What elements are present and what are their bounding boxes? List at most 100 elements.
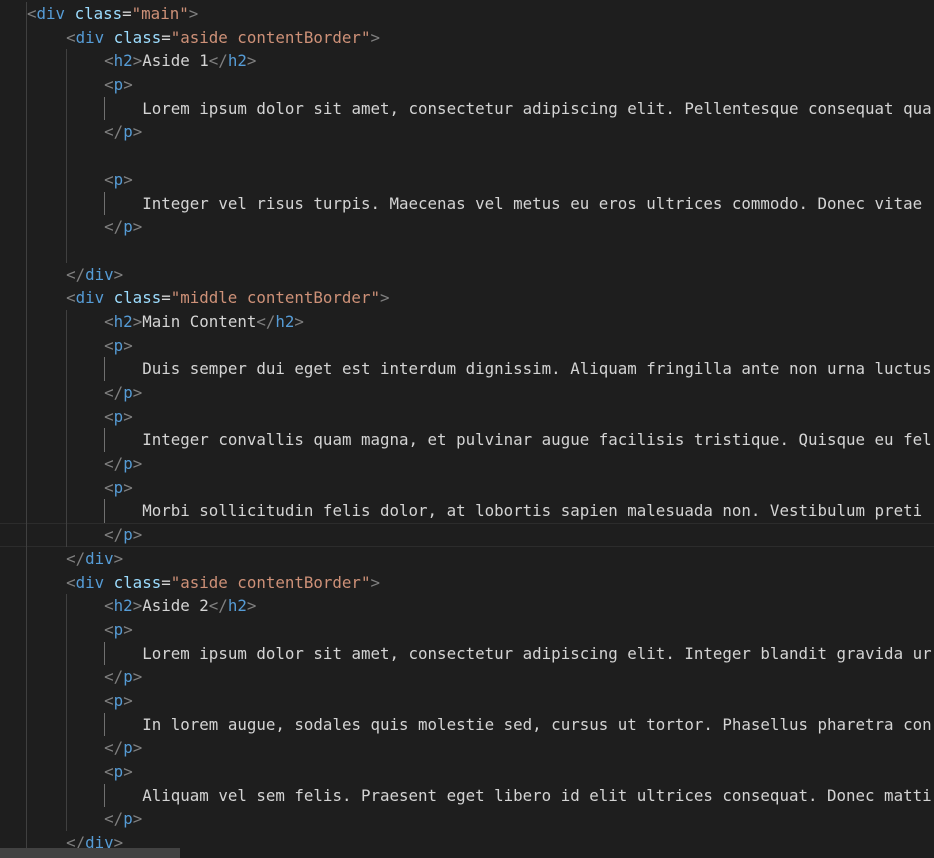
indent-guide — [66, 215, 67, 239]
code-line[interactable]: <p> — [0, 475, 934, 500]
indent-guide — [66, 783, 67, 808]
code-line[interactable]: Morbi sollicitudin felis dolor, at lobor… — [0, 499, 934, 524]
indent-guide — [26, 262, 27, 287]
code-line[interactable]: </div> — [0, 546, 934, 571]
code-line[interactable]: </p> — [0, 381, 934, 405]
code-line[interactable]: <p> — [0, 333, 934, 358]
code-line[interactable]: </p> — [0, 523, 934, 547]
tag-token: div — [85, 548, 114, 568]
indent-guide — [26, 309, 27, 334]
code-text: </p> — [104, 665, 142, 689]
tag-token: h2 — [113, 311, 133, 331]
code-text: </p> — [104, 523, 142, 547]
code-line[interactable]: <p> — [0, 688, 934, 713]
indent-guide — [26, 428, 27, 453]
code-line[interactable]: In lorem augue, sodales quis molestie se… — [0, 712, 934, 737]
indent-guide — [66, 736, 67, 760]
code-text: </p> — [104, 381, 142, 405]
string-token: "aside contentBorder" — [170, 572, 371, 592]
bracket-token: < — [104, 335, 114, 355]
bracket-token: </ — [104, 738, 124, 758]
bracket-token: > — [123, 690, 133, 710]
indent-guide — [66, 144, 67, 168]
indent-guide — [26, 499, 27, 524]
code-line[interactable]: </p> — [0, 665, 934, 689]
code-text: <p> — [104, 476, 133, 500]
indent-guide — [26, 120, 27, 145]
code-line[interactable]: <p> — [0, 404, 934, 429]
code-text: </div> — [66, 547, 123, 571]
indent-guide — [26, 546, 27, 571]
indent-guide — [66, 499, 67, 524]
code-text: </p> — [104, 452, 142, 476]
code-line[interactable]: <p> — [0, 73, 934, 97]
code-line[interactable]: <p> — [0, 167, 934, 192]
indent-guide — [66, 807, 67, 832]
code-line[interactable]: <h2>Aside 1</h2> — [0, 49, 934, 74]
bracket-token: > — [132, 383, 143, 402]
horizontal-scrollbar[interactable] — [0, 848, 180, 858]
indent-guide — [104, 712, 105, 737]
code-line[interactable]: </p> — [0, 452, 934, 476]
indent-guide — [66, 665, 67, 689]
code-line[interactable]: <p> — [0, 617, 934, 642]
code-line[interactable]: <p> — [0, 760, 934, 784]
code-line[interactable] — [0, 144, 934, 168]
indent-guide — [26, 144, 27, 168]
indent-guide — [26, 712, 27, 737]
code-line[interactable]: Integer convallis quam magna, et pulvina… — [0, 428, 934, 453]
code-line[interactable]: </div> — [0, 262, 934, 287]
code-line[interactable] — [0, 238, 934, 263]
indent-guide — [66, 475, 67, 500]
bracket-token: > — [188, 4, 199, 23]
bracket-token: > — [246, 51, 257, 71]
bracket-token: > — [123, 75, 133, 95]
indent-guide — [66, 428, 67, 453]
code-line[interactable]: Integer vel risus turpis. Maecenas vel m… — [0, 191, 934, 216]
code-line[interactable]: Lorem ipsum dolor sit amet, consectetur … — [0, 641, 934, 666]
indent-guide — [66, 594, 67, 618]
indent-guide — [26, 167, 27, 192]
code-editor[interactable]: <div class="main"> <div class="aside cont… — [0, 2, 934, 855]
code-line[interactable]: <div class="middle contentBorder"> — [0, 286, 934, 310]
code-line[interactable]: Lorem ipsum dolor sit amet, consectetur … — [0, 96, 934, 121]
bracket-token: </ — [208, 51, 228, 71]
indent-guide — [66, 381, 67, 405]
bracket-token: </ — [104, 454, 124, 474]
indent-guide — [26, 215, 27, 239]
bracket-token: > — [132, 311, 143, 331]
code-line[interactable]: <div class="main"> — [0, 2, 934, 26]
code-line[interactable]: </p> — [0, 215, 934, 239]
code-line[interactable]: <div class="aside contentBorder"> — [0, 570, 934, 595]
bracket-token: </ — [104, 122, 124, 142]
bracket-token: > — [370, 572, 380, 592]
bracket-token: > — [294, 311, 304, 331]
text-token: Duis semper dui eget est interdum dignis… — [142, 359, 932, 379]
tag-token: h2 — [227, 596, 247, 616]
code-line[interactable]: <div class="aside contentBorder"> — [0, 25, 934, 50]
indent-guide — [104, 499, 105, 524]
indent-guide — [26, 404, 27, 429]
code-line[interactable]: Duis semper dui eget est interdum dignis… — [0, 357, 934, 381]
code-line[interactable]: </p> — [0, 736, 934, 760]
code-line[interactable]: </p> — [0, 120, 934, 145]
indent-guide — [66, 191, 67, 216]
tag-token: p — [113, 690, 124, 710]
indent-guide — [26, 96, 27, 121]
indent-guide — [26, 73, 27, 97]
bracket-token: </ — [208, 596, 228, 616]
attribute-token: class — [113, 572, 162, 592]
indent-guide — [66, 760, 67, 784]
code-line[interactable]: </p> — [0, 807, 934, 832]
code-line[interactable]: Aliquam vel sem felis. Praesent eget lib… — [0, 783, 934, 808]
bracket-token: </ — [104, 383, 124, 402]
attribute-token: class — [74, 4, 123, 23]
string-token: "middle contentBorder" — [170, 288, 380, 308]
code-line[interactable]: <h2>Main Content</h2> — [0, 309, 934, 334]
code-text: Lorem ipsum dolor sit amet, consectetur … — [142, 642, 931, 666]
code-line[interactable]: <h2>Aside 2</h2> — [0, 594, 934, 618]
tag-token: p — [113, 406, 124, 426]
code-text: <div class="aside contentBorder"> — [66, 26, 380, 50]
text-token: Lorem ipsum dolor sit amet, consectetur … — [142, 98, 932, 118]
